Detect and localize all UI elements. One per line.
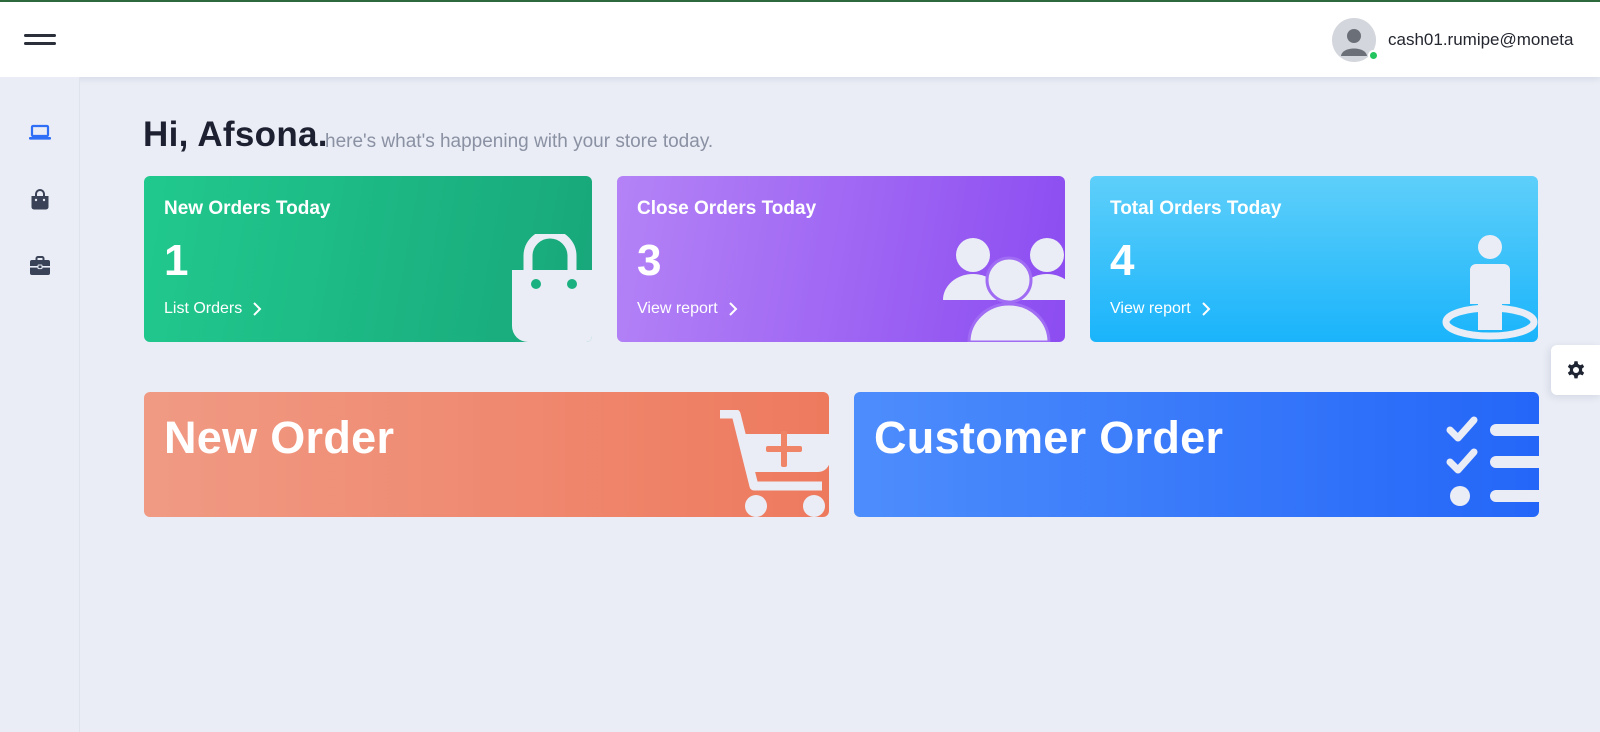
top-navbar: cash01.rumipe@moneta [0,2,1600,77]
users-group-icon [943,238,1065,342]
stat-card-close-orders: Close Orders Today 3 View report [617,176,1065,342]
settings-button[interactable] [1551,345,1600,395]
stat-link-label: View report [637,300,718,317]
stat-title: Total Orders Today [1110,198,1282,219]
stat-title: Close Orders Today [637,198,817,219]
list-orders-link[interactable]: List Orders [164,300,262,318]
stat-value: 3 [637,236,662,285]
stat-title: New Orders Today [164,198,331,219]
page-title: Hi, Afsona. [143,115,328,154]
shopping-bag-icon [31,189,49,210]
sidebar-item-dashboard[interactable] [27,120,53,146]
user-menu[interactable]: cash01.rumipe@moneta [1300,2,1600,77]
action-title: New Order [164,412,395,463]
view-report-link[interactable]: View report [637,300,738,318]
hamburger-menu-icon[interactable] [24,30,58,48]
shopping-bag-icon [512,234,592,342]
chevron-right-icon [1201,302,1211,316]
gear-icon [1567,361,1585,379]
view-report-link[interactable]: View report [1110,300,1211,318]
stat-value: 1 [164,236,189,285]
online-status-dot [1368,50,1379,61]
new-order-button[interactable]: New Order [144,392,829,517]
page-subtitle: here's what's happening with your store … [325,131,714,152]
sidebar [0,77,80,732]
hamburger-line [24,34,56,37]
person-location-icon [1442,235,1538,340]
stat-value: 4 [1110,236,1135,285]
sidebar-item-portfolio[interactable] [27,253,53,279]
stat-link-label: View report [1110,300,1191,317]
briefcase-icon [30,256,50,275]
chevron-right-icon [253,302,262,316]
hamburger-line [24,42,56,45]
stat-link-label: List Orders [164,300,243,317]
action-title: Customer Order [874,412,1224,463]
chevron-right-icon [728,302,738,316]
stat-card-total-orders: Total Orders Today 4 View report [1090,176,1538,342]
sidebar-item-orders[interactable] [27,187,53,213]
cart-plus-icon [720,410,829,517]
stat-card-new-orders: New Orders Today 1 List Orders [144,176,592,342]
checklist-icon [1446,416,1539,506]
user-email: cash01.rumipe@moneta [1388,30,1574,49]
laptop-icon [29,124,51,140]
customer-order-button[interactable]: Customer Order [854,392,1539,517]
